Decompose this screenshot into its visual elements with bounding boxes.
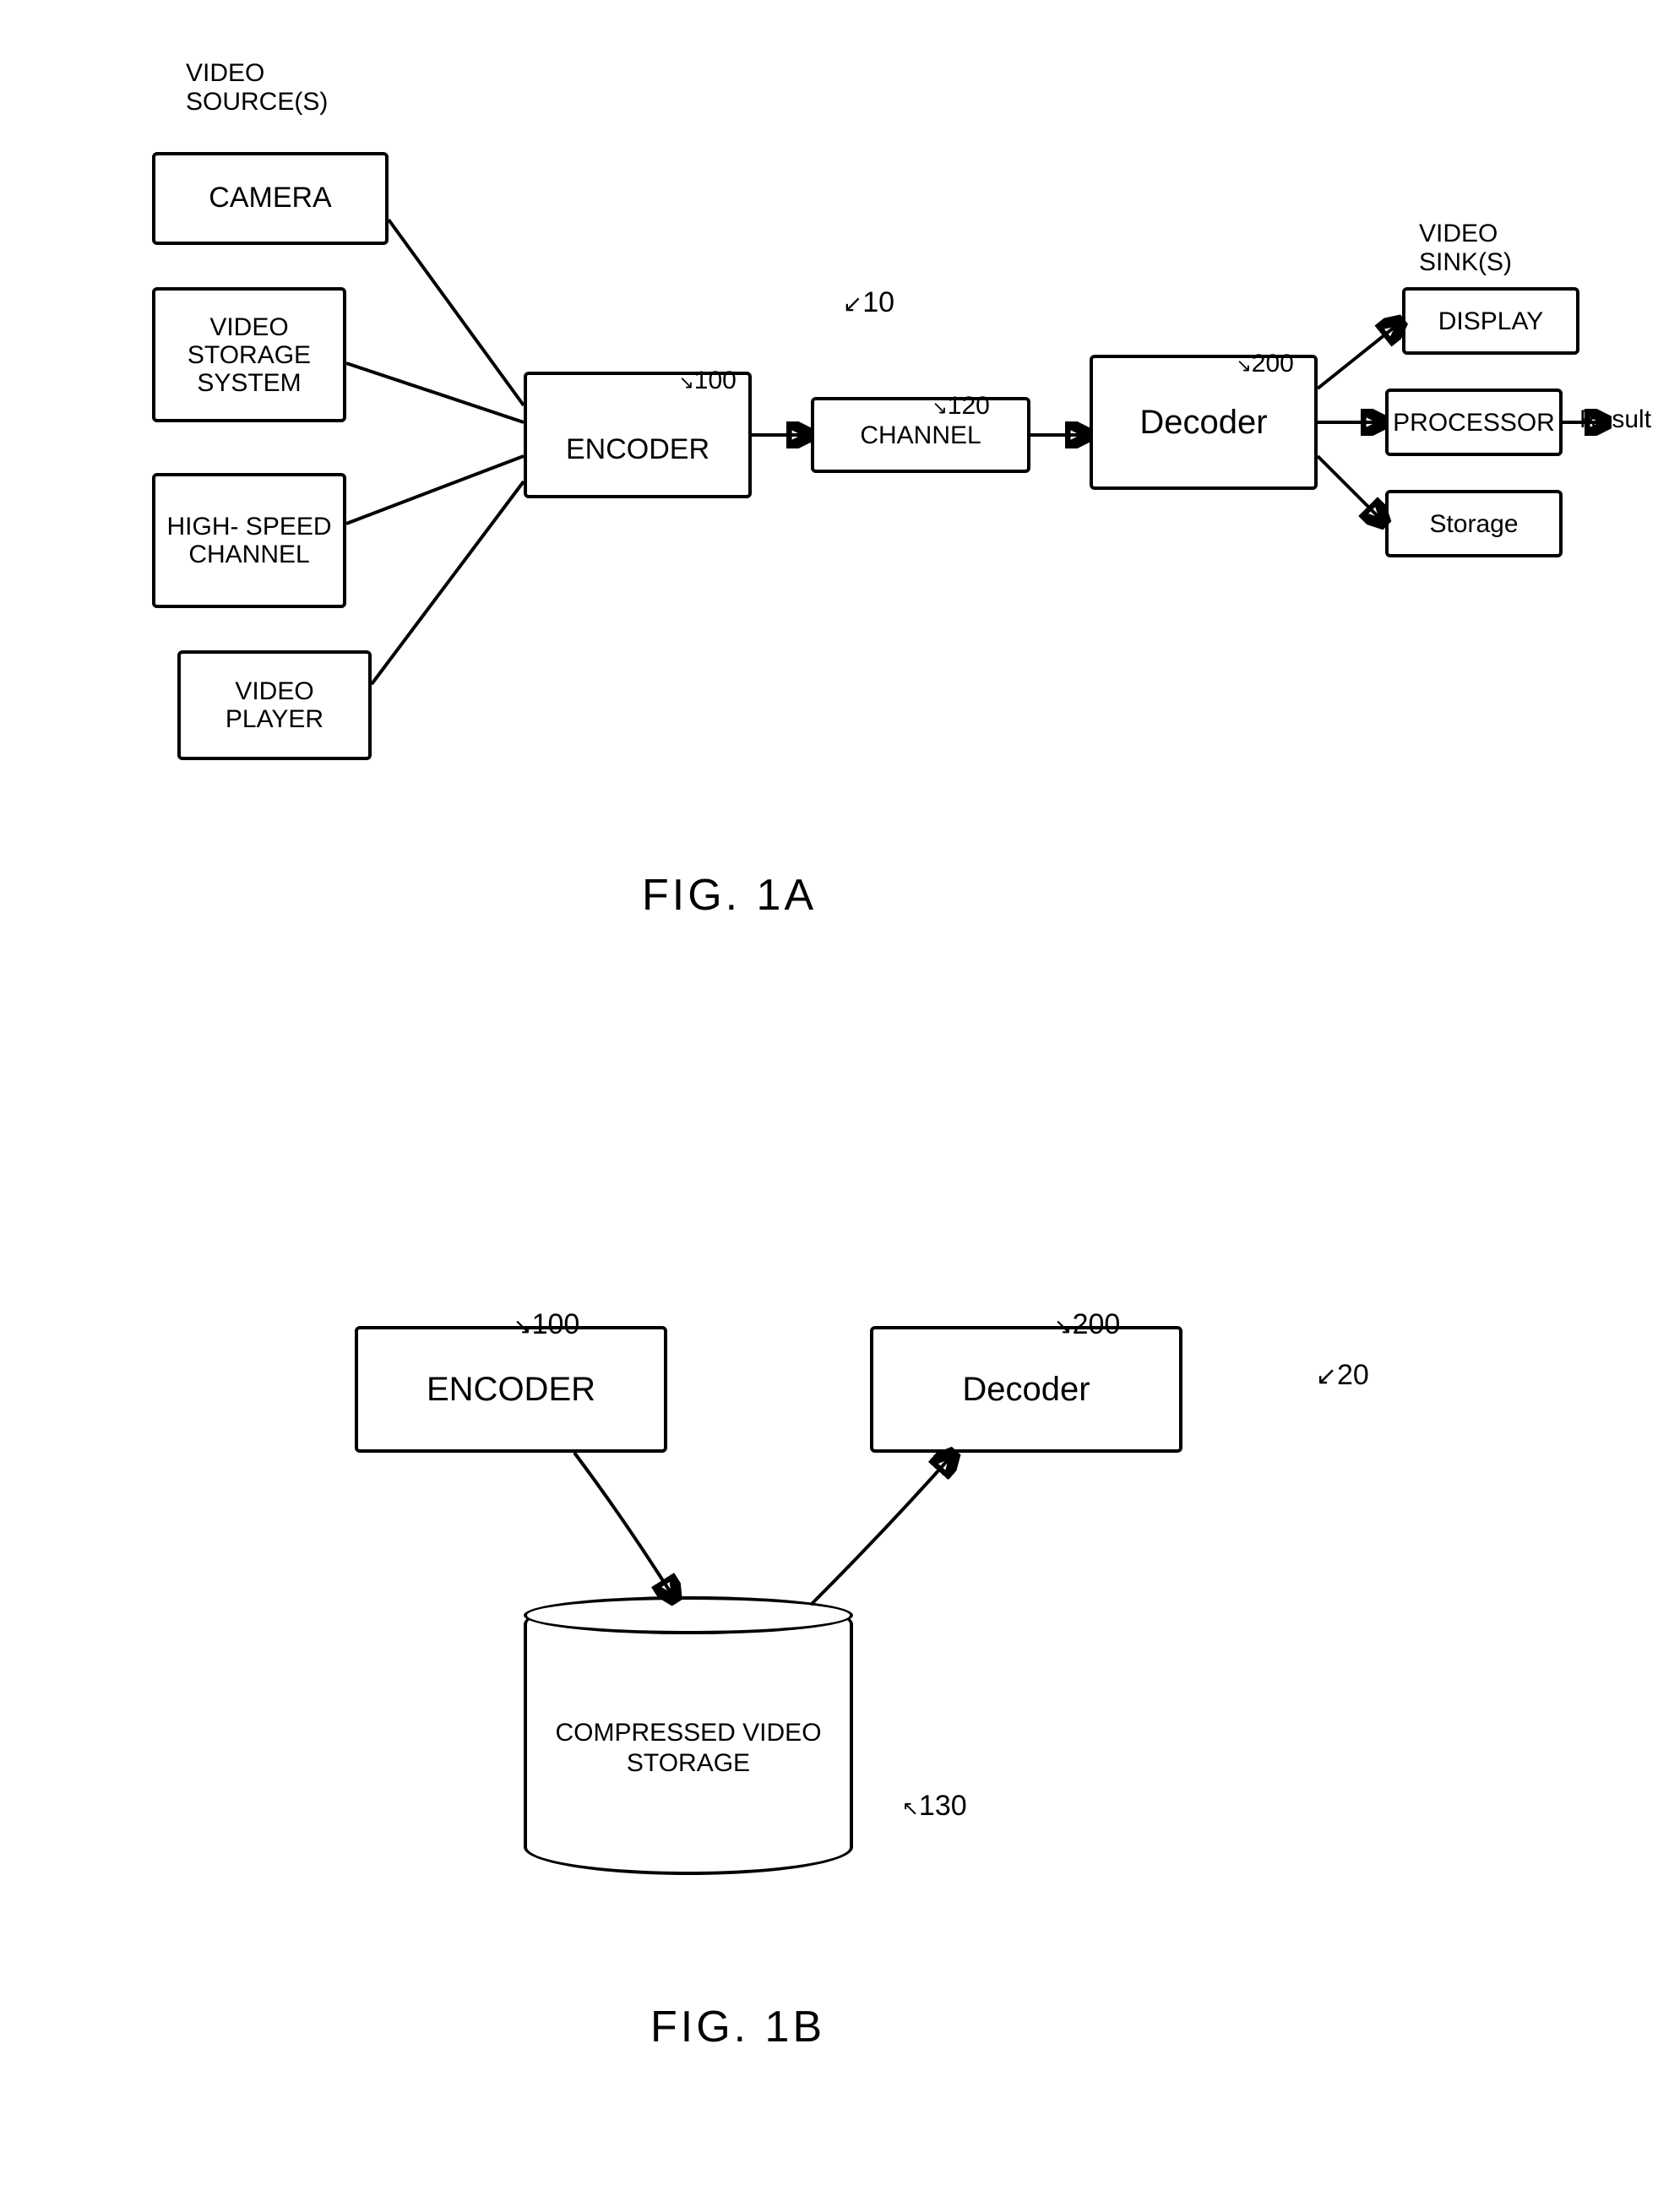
ref-100-b: ↘100	[481, 1275, 579, 1374]
box-display: DISPLAY	[1402, 287, 1579, 355]
line-player-encoder	[372, 481, 524, 684]
box-high-speed-channel: HIGH- SPEED CHANNEL	[152, 473, 346, 608]
ref-200-b: ↘200	[1022, 1275, 1120, 1374]
box-storage-sink: Storage	[1385, 490, 1563, 557]
label-video-sources: VIDEO SOURCE(S)	[186, 59, 328, 117]
arrow-decoder-display	[1318, 321, 1402, 389]
line-highspeed-encoder	[346, 456, 524, 524]
ref-130: ↖130	[870, 1757, 967, 1856]
ref-100-a: ↘100	[650, 338, 737, 424]
caption-fig-1b: FIG. 1B	[650, 2002, 825, 2052]
arrow-decoder-storage	[1318, 456, 1385, 524]
caption-fig-1a: FIG. 1A	[642, 870, 817, 921]
label-video-sinks: VIDEO SINK(S)	[1419, 220, 1512, 277]
arrow-storage-decoder-b	[811, 1453, 954, 1605]
ref-200-a: ↘200	[1208, 321, 1294, 407]
ref-120: ↘120	[904, 363, 990, 449]
line-camera-encoder	[389, 220, 524, 405]
cylinder-compressed-storage: COMPRESSED VIDEO STORAGE	[524, 1596, 853, 1875]
arrow-encoder-storage-b	[574, 1453, 676, 1601]
box-camera: CAMERA	[152, 152, 389, 245]
label-result: Result	[1579, 405, 1651, 434]
box-processor: PROCESSOR	[1385, 389, 1563, 456]
ref-10: ↙10	[811, 253, 894, 352]
box-video-player: VIDEO PLAYER	[177, 650, 372, 760]
line-storage-encoder	[346, 363, 524, 422]
box-video-storage-system: VIDEO STORAGE SYSTEM	[152, 287, 346, 422]
ref-20: ↙20	[1284, 1326, 1369, 1425]
